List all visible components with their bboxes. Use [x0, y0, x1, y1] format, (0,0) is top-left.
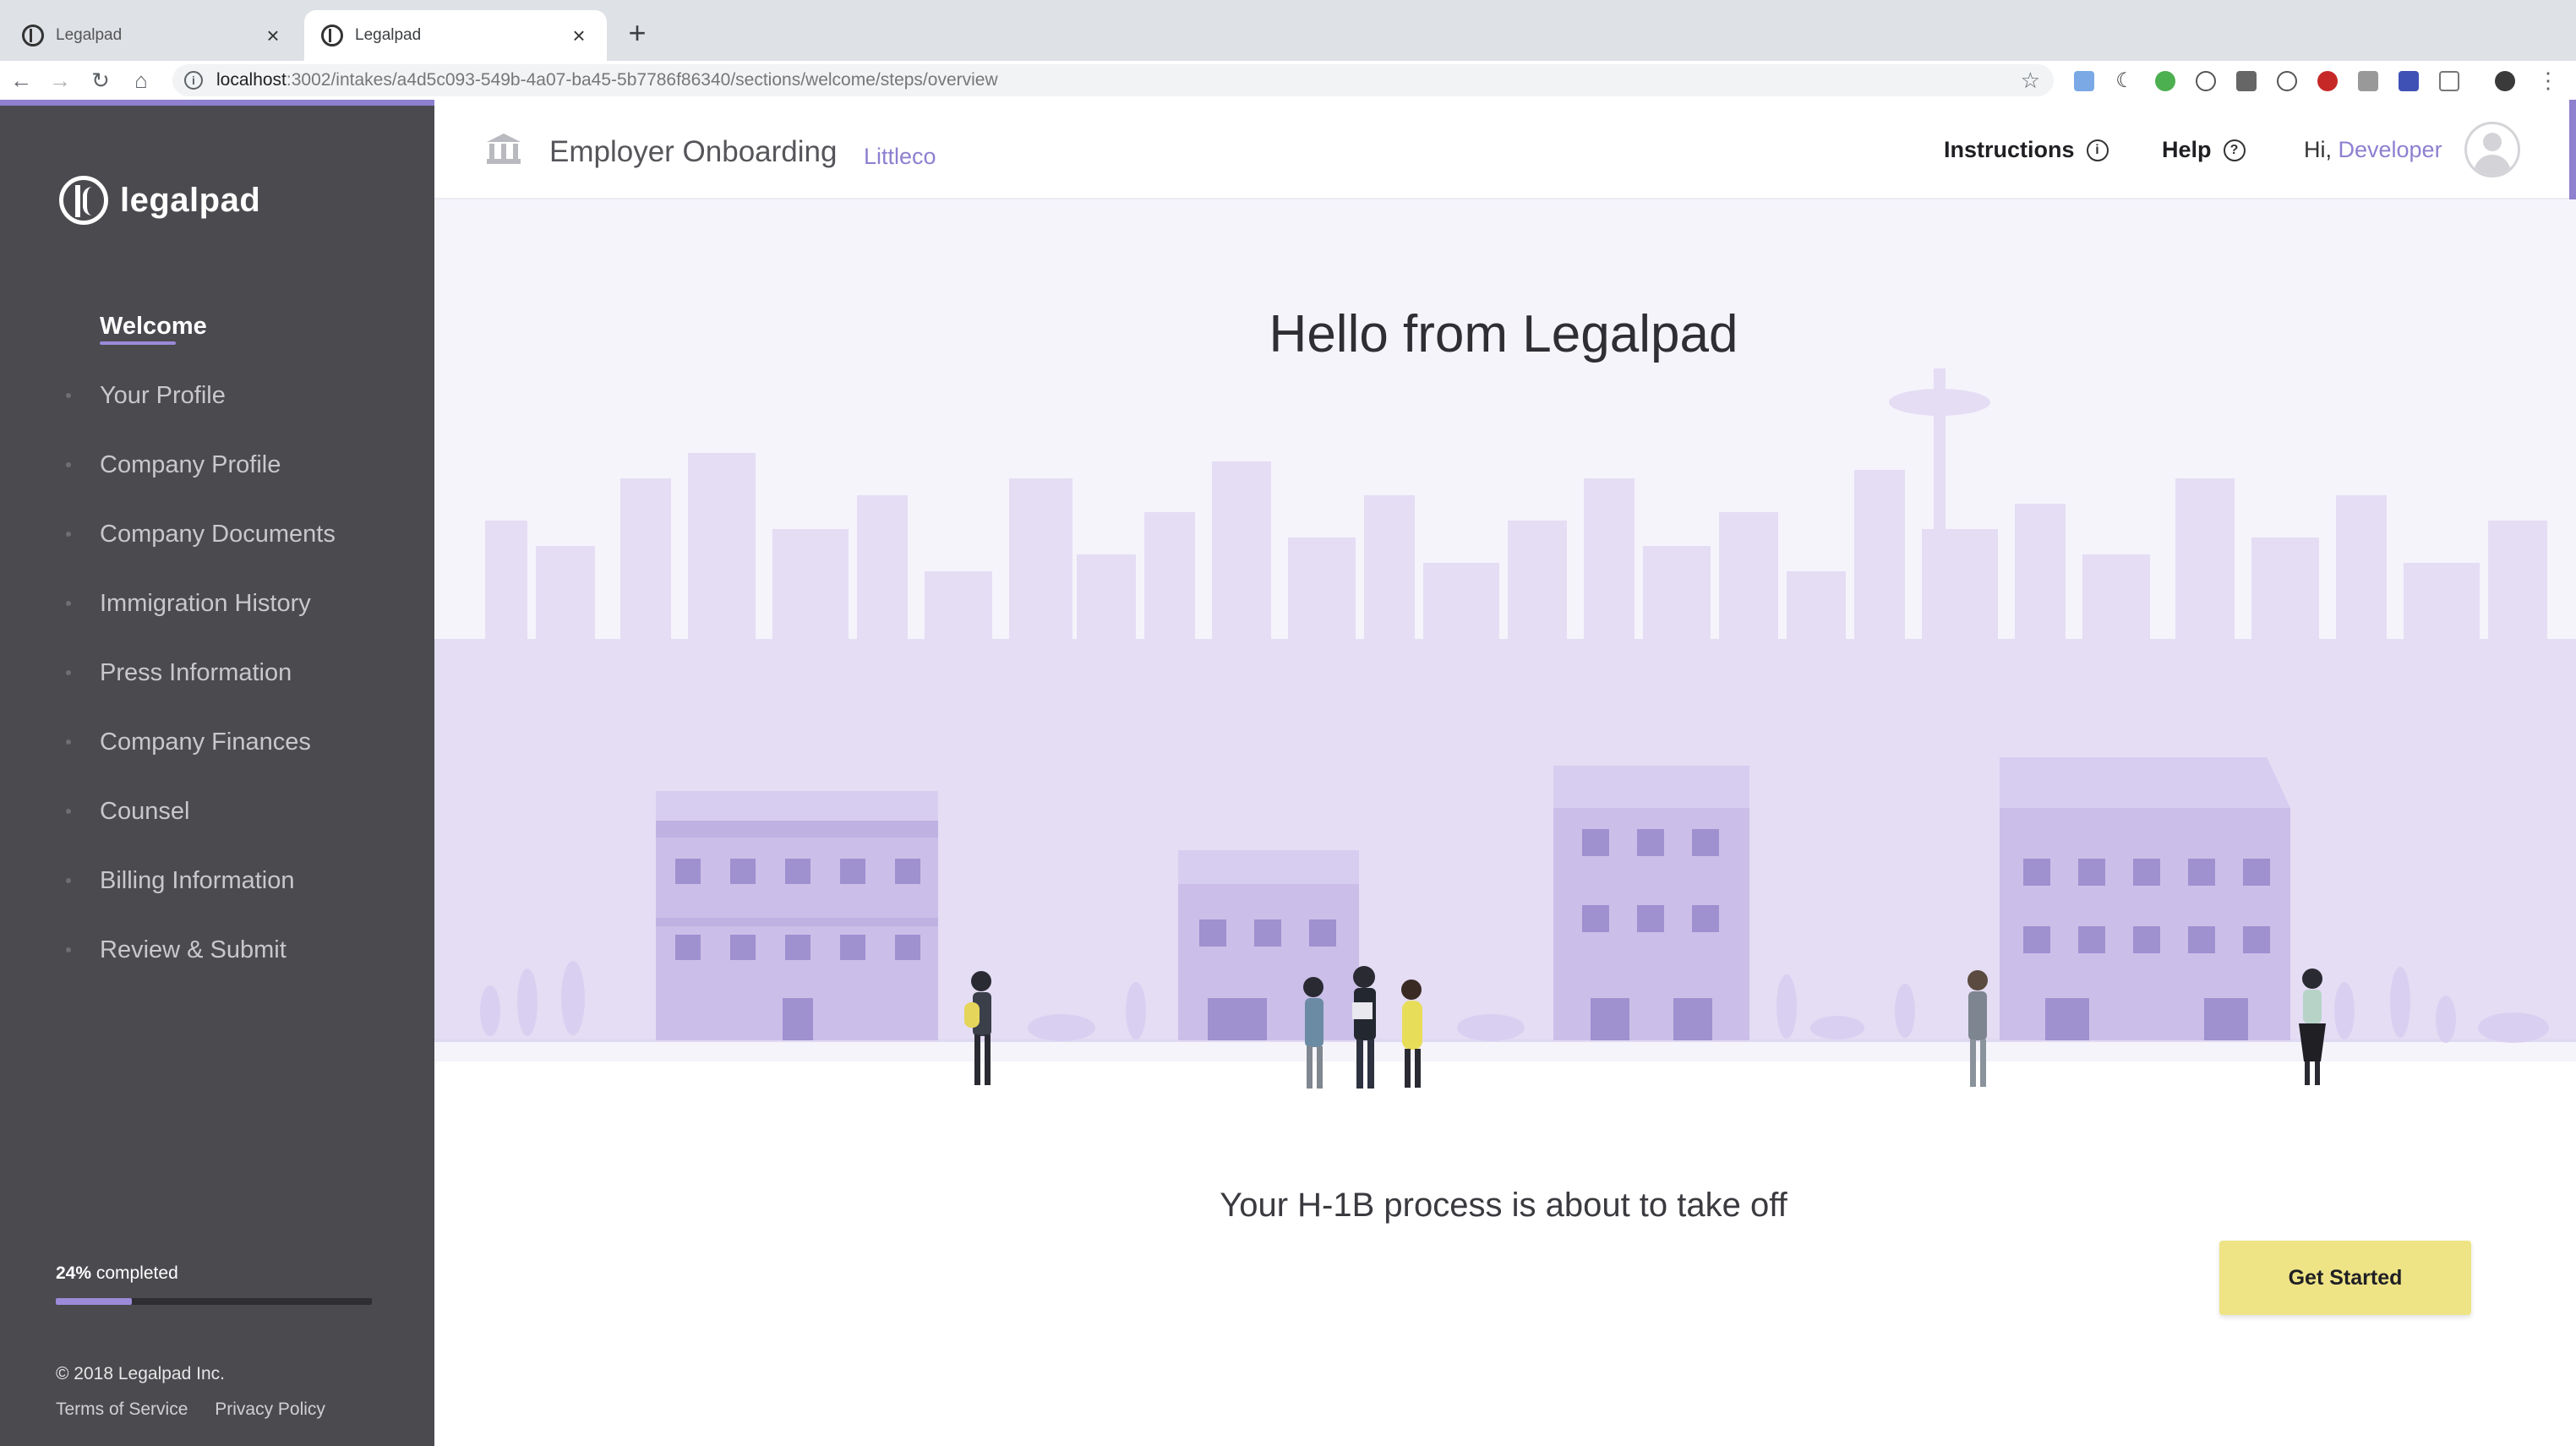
bullet-dot	[66, 809, 71, 814]
sidebar-accent-line	[0, 100, 434, 106]
bullet-dot	[66, 739, 71, 745]
nav-item-label: Welcome	[100, 312, 207, 340]
legalpad-favicon-icon	[321, 25, 343, 46]
nav-item-label: Your Profile	[100, 381, 226, 409]
nav-item-review-submit[interactable]: Review & Submit	[0, 925, 434, 975]
mail-icon[interactable]	[2236, 71, 2257, 91]
user-name-link[interactable]: Developer	[2339, 137, 2442, 162]
bullet-dot	[66, 670, 71, 675]
bullet-dot	[66, 878, 71, 883]
info-icon: i	[2086, 139, 2109, 161]
browser-tab-bar: Legalpad × Legalpad × +	[0, 0, 2576, 61]
speed-gauge-icon[interactable]	[2277, 71, 2297, 91]
legalpad-logo-icon	[59, 176, 108, 225]
bullet-dot	[66, 601, 71, 606]
forward-arrow-icon[interactable]: →	[44, 64, 76, 96]
sidebar: legalpad Welcome Your Profile Company Pr…	[0, 100, 434, 1446]
browser-menu-icon[interactable]: ⋮	[2532, 64, 2564, 96]
whatsapp-icon[interactable]	[2196, 71, 2216, 91]
copyright-text: © 2018 Legalpad Inc.	[56, 1364, 225, 1383]
nav-item-label: Press Information	[100, 658, 292, 686]
extension-off-icon[interactable]	[2155, 71, 2175, 91]
nav-item-counsel[interactable]: Counsel	[0, 786, 434, 837]
nav-item-label: Review & Submit	[100, 936, 287, 963]
nav-item-label: Company Documents	[100, 520, 336, 548]
camera-icon[interactable]	[2358, 71, 2378, 91]
page-scrollbar[interactable]	[2569, 100, 2576, 199]
bullet-dot	[66, 393, 71, 398]
back-arrow-icon[interactable]: ←	[5, 64, 37, 96]
get-started-button[interactable]: Get Started	[2219, 1241, 2471, 1315]
instructions-label: Instructions	[1944, 137, 2075, 162]
nav-item-company-finances[interactable]: Company Finances	[0, 717, 434, 767]
question-mark-icon: ?	[2223, 139, 2246, 161]
progress-label: 24% completed	[56, 1263, 178, 1283]
bullet-dot	[66, 532, 71, 537]
bullet-dot	[66, 947, 71, 952]
nav-item-your-profile[interactable]: Your Profile	[0, 370, 434, 421]
nav-item-label: Counsel	[100, 797, 190, 825]
new-tab-button[interactable]: +	[620, 15, 654, 51]
nav-item-label: Billing Information	[100, 866, 295, 894]
close-tab-icon[interactable]: ×	[568, 23, 590, 49]
legalpad-favicon-icon	[22, 25, 44, 46]
user-greeting: Hi, Developer	[2304, 137, 2442, 162]
help-button[interactable]: Help ?	[2162, 137, 2246, 163]
company-name: Littleco	[864, 144, 936, 169]
bank-building-icon	[487, 134, 521, 164]
app-header: Employer Onboarding Littleco Instruction…	[434, 100, 2576, 199]
extension-icon[interactable]	[2074, 71, 2094, 91]
bookmark-star-icon[interactable]: ☆	[2021, 68, 2040, 94]
help-label: Help	[2162, 137, 2212, 162]
site-info-icon[interactable]: i	[184, 71, 203, 90]
browser-tab-2[interactable]: Legalpad ×	[304, 10, 607, 61]
privacy-policy-link[interactable]: Privacy Policy	[215, 1400, 325, 1419]
progress-bar	[56, 1298, 372, 1305]
nav-item-welcome[interactable]: Welcome	[0, 301, 434, 352]
nav-item-label: Immigration History	[100, 589, 311, 617]
legalpad-logo[interactable]: legalpad	[59, 176, 260, 225]
nav-item-company-documents[interactable]: Company Documents	[0, 509, 434, 559]
tab-title: Legalpad	[355, 26, 422, 44]
address-bar[interactable]: i localhost:3002/intakes/a4d5c093-549b-4…	[172, 64, 2054, 96]
logo-text: legalpad	[120, 181, 261, 219]
tab-title: Legalpad	[56, 26, 123, 44]
nav-item-immigration-history[interactable]: Immigration History	[0, 578, 434, 629]
adblock-icon[interactable]	[2317, 71, 2338, 91]
browser-toolbar: ← → ↻ ⌂ i localhost:3002/intakes/a4d5c09…	[0, 61, 2576, 100]
reload-icon[interactable]: ↻	[85, 64, 117, 96]
home-icon[interactable]: ⌂	[125, 64, 157, 96]
avatar-icon[interactable]	[2464, 122, 2520, 177]
nav-item-label: Company Finances	[100, 728, 311, 756]
main-content: Hello from Legalpad Your H-1B process is…	[434, 199, 2576, 1446]
dark-mode-moon-icon[interactable]: ☾	[2115, 71, 2135, 91]
profile-avatar-icon[interactable]	[2495, 71, 2515, 91]
shield-icon[interactable]	[2439, 71, 2459, 91]
nav-item-billing-information[interactable]: Billing Information	[0, 855, 434, 906]
terms-of-service-link[interactable]: Terms of Service	[56, 1400, 188, 1419]
progress-bar-fill	[56, 1298, 132, 1305]
nav-item-label: Company Profile	[100, 450, 281, 478]
instructions-button[interactable]: Instructions i	[1944, 137, 2109, 163]
bullet-dot	[66, 462, 71, 467]
browser-tab-1[interactable]: Legalpad ×	[5, 10, 301, 61]
active-underline	[100, 341, 176, 345]
page-title: Employer Onboarding	[549, 135, 838, 168]
url-text: localhost:3002/intakes/a4d5c093-549b-4a0…	[216, 70, 998, 90]
nav-item-press-information[interactable]: Press Information	[0, 647, 434, 698]
hero-subtitle: Your H-1B process is about to take off	[1220, 1187, 1787, 1224]
nav-item-company-profile[interactable]: Company Profile	[0, 439, 434, 490]
download-extension-icon[interactable]	[2399, 71, 2419, 91]
close-tab-icon[interactable]: ×	[262, 23, 284, 49]
footer-links: Terms of Service Privacy Policy	[56, 1400, 347, 1420]
